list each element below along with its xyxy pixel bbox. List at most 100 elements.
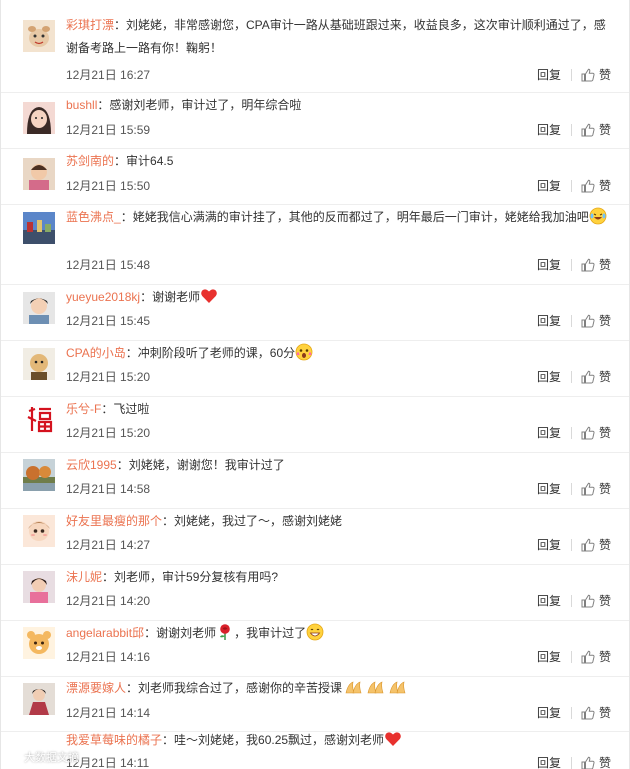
- username-link[interactable]: bushll: [66, 98, 97, 112]
- avatar[interactable]: [23, 571, 55, 603]
- reply-button[interactable]: 回复: [537, 592, 561, 609]
- reply-button[interactable]: 回复: [537, 66, 561, 83]
- avatar[interactable]: [23, 515, 55, 547]
- comment-time: 12月21日 16:27: [66, 68, 151, 82]
- praying-hands-icon: [389, 681, 406, 694]
- like-button[interactable]: 赞: [599, 704, 611, 721]
- like-button[interactable]: 赞: [599, 536, 611, 553]
- divider: [570, 538, 572, 551]
- comment-time: 12月21日 15:45: [66, 314, 151, 328]
- comment-body: ：谢谢刘老师: [144, 626, 217, 640]
- reply-button[interactable]: 回复: [537, 121, 561, 138]
- thumbs-up-icon[interactable]: [581, 650, 595, 664]
- avatar[interactable]: [23, 20, 55, 52]
- comment-item: CPA的小岛：冲刺阶段听了老师的课，60分 12月21日 15:20 回复 赞: [1, 341, 629, 397]
- comment-item: 彩琪打漂：刘姥姥，非常感谢您，CPA审计一路从基础班跟过来，收益良多，这次审计顺…: [1, 0, 629, 93]
- avatar[interactable]: [23, 627, 55, 659]
- username-link[interactable]: 蓝色沸点_: [66, 210, 121, 224]
- comment-item: 沫儿妮：刘老师，审计59分复核有用吗? 12月21日 14:20 回复 赞: [1, 565, 629, 621]
- thumbs-up-icon[interactable]: [581, 68, 595, 82]
- username-link[interactable]: CPA的小岛: [66, 346, 126, 360]
- divider: [570, 123, 572, 136]
- like-button[interactable]: 赞: [599, 754, 611, 769]
- username-link[interactable]: 我爱草莓味的橘子: [66, 733, 162, 747]
- comment-text: 云欣1995：刘姥姥，谢谢您！我审计过了: [66, 454, 611, 477]
- thumbs-up-icon[interactable]: [581, 538, 595, 552]
- thumbs-up-icon[interactable]: [581, 314, 595, 328]
- divider: [570, 179, 572, 192]
- username-link[interactable]: 乐兮-F: [66, 402, 101, 416]
- like-button[interactable]: 赞: [599, 648, 611, 665]
- avatar[interactable]: [23, 403, 55, 435]
- thumbs-up-icon[interactable]: [581, 426, 595, 440]
- thumbs-up-icon[interactable]: [581, 482, 595, 496]
- like-button[interactable]: 赞: [599, 592, 611, 609]
- reply-button[interactable]: 回复: [537, 312, 561, 329]
- thumbs-up-icon[interactable]: [581, 706, 595, 720]
- comment-item: 我爱草莓味的橘子：哇～刘姥姥，我60.25飘过，感谢刘老师 12月21日 14:…: [1, 732, 629, 769]
- comment-text: angelarabbit邱：谢谢刘老师 ，我审计过了: [66, 622, 611, 645]
- thumbs-up-icon[interactable]: [581, 756, 595, 769]
- avatar[interactable]: [23, 212, 55, 244]
- thumbs-up-icon[interactable]: [581, 370, 595, 384]
- comment-text: 彩琪打漂：刘姥姥，非常感谢您，CPA审计一路从基础班跟过来，收益良多，这次审计顺…: [66, 14, 611, 60]
- comment-item: bushll：感谢刘老师，审计过了，明年综合啦 12月21日 15:59 回复 …: [1, 93, 629, 149]
- comment-time: 12月21日 15:59: [66, 123, 151, 137]
- avatar[interactable]: [23, 292, 55, 324]
- username-link[interactable]: yueyue2018kj: [66, 290, 140, 304]
- comment-text: 我爱草莓味的橘子：哇～刘姥姥，我60.25飘过，感谢刘老师: [66, 729, 611, 752]
- reply-button[interactable]: 回复: [537, 177, 561, 194]
- thumbs-up-icon[interactable]: [581, 179, 595, 193]
- reply-button[interactable]: 回复: [537, 536, 561, 553]
- comment-text: 蓝色沸点_：姥姥我信心满满的审计挂了，其他的反而都过了，明年最后一门审计，姥姥给…: [66, 206, 611, 229]
- username-link[interactable]: 好友里最瘦的那个: [66, 514, 162, 528]
- like-button[interactable]: 赞: [599, 66, 611, 83]
- comment-time: 12月21日 14:58: [66, 482, 151, 496]
- comment-text: yueyue2018kj：谢谢老师: [66, 286, 611, 309]
- reply-button[interactable]: 回复: [537, 424, 561, 441]
- like-button[interactable]: 赞: [599, 121, 611, 138]
- comment-item: yueyue2018kj：谢谢老师 12月21日 15:45 回复 赞: [1, 285, 629, 341]
- thumbs-up-icon[interactable]: [581, 594, 595, 608]
- thumbs-up-icon[interactable]: [581, 258, 595, 272]
- comment-time: 12月21日 15:20: [66, 370, 151, 384]
- username-link[interactable]: 沫儿妮: [66, 570, 102, 584]
- comment-body: ：刘老师我综合过了，感谢你的辛苦授课: [126, 681, 343, 695]
- username-link[interactable]: 漂源要嫁人: [66, 681, 126, 695]
- divider: [570, 370, 572, 383]
- like-button[interactable]: 赞: [599, 312, 611, 329]
- avatar[interactable]: [23, 158, 55, 190]
- comment-text: 乐兮-F：飞过啦: [66, 398, 611, 421]
- reply-button[interactable]: 回复: [537, 256, 561, 273]
- comment-item: 苏剑南的：审计64.5 12月21日 15:50 回复 赞: [1, 149, 629, 205]
- username-link[interactable]: 彩琪打漂: [66, 18, 114, 32]
- comment-item: 蓝色沸点_：姥姥我信心满满的审计挂了，其他的反而都过了，明年最后一门审计，姥姥给…: [1, 205, 629, 285]
- comment-body: ：谢谢老师: [140, 290, 201, 304]
- reply-button[interactable]: 回复: [537, 368, 561, 385]
- divider: [570, 426, 572, 439]
- comment-item: 好友里最瘦的那个：刘姥姥，我过了～，感谢刘姥姥 12月21日 14:27 回复 …: [1, 509, 629, 565]
- like-button[interactable]: 赞: [599, 480, 611, 497]
- username-link[interactable]: 苏剑南的: [66, 154, 114, 168]
- avatar[interactable]: [23, 348, 55, 380]
- comment-time: 12月21日 14:20: [66, 594, 151, 608]
- reply-button[interactable]: 回复: [537, 754, 561, 769]
- avatar[interactable]: [23, 459, 55, 491]
- like-button[interactable]: 赞: [599, 256, 611, 273]
- username-link[interactable]: 云欣1995: [66, 458, 117, 472]
- like-button[interactable]: 赞: [599, 424, 611, 441]
- comment-item: angelarabbit邱：谢谢刘老师 ，我审计过了 12月21日 14:16 回…: [1, 621, 629, 677]
- avatar[interactable]: [23, 102, 55, 134]
- comment-actions: 回复 赞: [537, 312, 611, 329]
- like-button[interactable]: 赞: [599, 368, 611, 385]
- avatar[interactable]: [23, 683, 55, 715]
- like-button[interactable]: 赞: [599, 177, 611, 194]
- comment-item: 云欣1995：刘姥姥，谢谢您！我审计过了 12月21日 14:58 回复 赞: [1, 453, 629, 509]
- comment-body: ：飞过啦: [101, 402, 150, 416]
- thumbs-up-icon[interactable]: [581, 123, 595, 137]
- reply-button[interactable]: 回复: [537, 648, 561, 665]
- reply-button[interactable]: 回复: [537, 704, 561, 721]
- reply-button[interactable]: 回复: [537, 480, 561, 497]
- username-link[interactable]: angelarabbit邱: [66, 626, 144, 640]
- watermark: 大数据文摘: [7, 749, 79, 765]
